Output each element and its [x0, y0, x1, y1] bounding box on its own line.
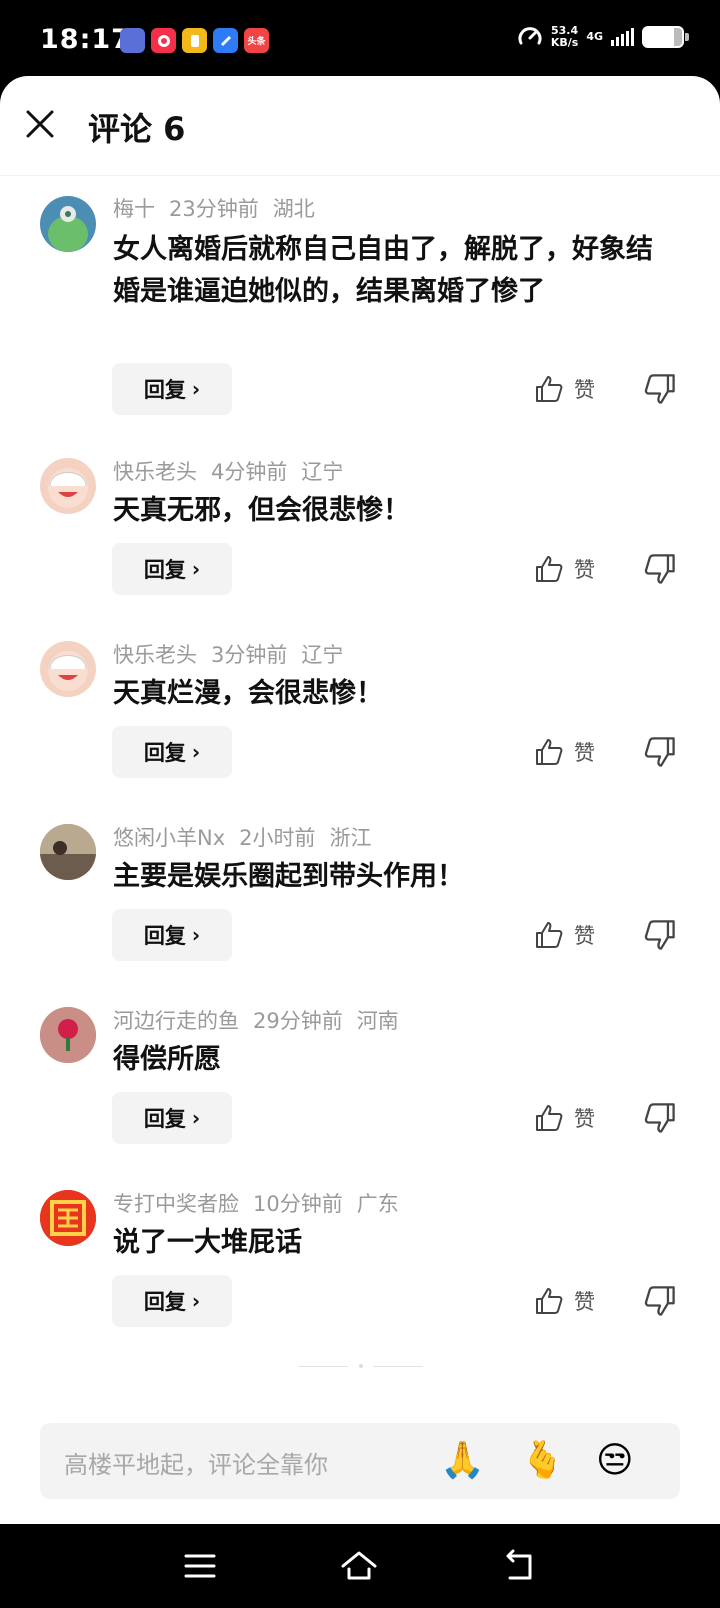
username[interactable]: 专打中奖者脸: [113, 1192, 239, 1216]
status-bar: 18:17 头条 53.4 KB/s 4G: [0, 0, 720, 78]
thumbs-down-icon[interactable]: [643, 732, 677, 772]
comment-text: 主要是娱乐圈起到带头作用！: [113, 861, 464, 892]
thumbs-up-icon: [536, 739, 563, 765]
avatar[interactable]: [40, 1007, 96, 1063]
comment-meta: 快乐老头 3分钟前 辽宁: [113, 639, 357, 669]
like-button[interactable]: 赞: [534, 369, 604, 409]
reply-button[interactable]: 回复 ›: [112, 363, 232, 415]
avatar[interactable]: [40, 196, 96, 252]
red-app-icon: [151, 28, 176, 53]
comment-location: 辽宁: [301, 643, 344, 667]
comment-location: 湖北: [272, 197, 315, 221]
end-of-list-divider: [298, 1364, 423, 1368]
heart-fingers-emoji-button[interactable]: 🫰: [520, 1439, 565, 1483]
comment-meta: 专打中奖者脸 10分钟前 广东: [113, 1188, 413, 1218]
comment-sheet: 评论 6 梅十 23分钟前 湖北 女人离婚后就称自己自由了，解脱了，好象结婚是谁逼迫…: [0, 76, 720, 1524]
battery-icon: [642, 26, 689, 48]
thumbs-up-icon: [536, 376, 563, 402]
comment-location: 河南: [356, 1009, 399, 1033]
avatar[interactable]: [40, 1190, 96, 1246]
comment-time: 23分钟前: [169, 197, 259, 221]
username[interactable]: 快乐老头: [113, 643, 197, 667]
game-app-icon: [120, 28, 145, 53]
like-button[interactable]: 赞: [534, 1281, 604, 1321]
reply-button[interactable]: 回复 ›: [112, 1275, 232, 1327]
network-type: 4G: [586, 30, 603, 43]
like-button[interactable]: 赞: [534, 915, 604, 955]
thumbs-up-icon: [536, 1105, 563, 1131]
comment-location: 辽宁: [301, 460, 344, 484]
thumbs-up-icon: [536, 556, 563, 582]
comment-input[interactable]: 高楼平地起，评论全靠你 🙏 🫰 😒: [40, 1423, 680, 1499]
yellow-app-icon: [182, 28, 207, 53]
reply-button[interactable]: 回复 ›: [112, 1092, 232, 1144]
blue-app-icon: [213, 28, 238, 53]
signal-icon: [611, 28, 634, 46]
chevron-right-icon: ›: [191, 740, 201, 764]
reply-button[interactable]: 回复 ›: [112, 909, 232, 961]
system-nav-bar: [0, 1524, 720, 1608]
comment-text: 说了一大堆屁话: [113, 1227, 302, 1258]
comment-location: 浙江: [329, 826, 372, 850]
comment-time: 2小时前: [239, 826, 316, 850]
username[interactable]: 悠闲小羊Nx: [113, 826, 225, 850]
avatar[interactable]: [40, 458, 96, 514]
network-speed: 53.4 KB/s: [550, 24, 579, 49]
thumbs-down-icon[interactable]: [643, 1098, 677, 1138]
toutiao-app-icon: 头条: [244, 28, 269, 53]
close-icon[interactable]: [22, 106, 58, 142]
username[interactable]: 快乐老头: [113, 460, 197, 484]
reply-button[interactable]: 回复 ›: [112, 726, 232, 778]
comment-header: 评论 6: [0, 76, 720, 176]
comment-input-placeholder: 高楼平地起，评论全靠你: [64, 1451, 328, 1479]
page-title: 评论 6: [88, 110, 186, 148]
comment-text: 天真烂漫，会很悲惨！: [113, 678, 383, 709]
thumbs-down-icon[interactable]: [643, 549, 677, 589]
chevron-right-icon: ›: [191, 377, 201, 401]
comment-time: 3分钟前: [211, 643, 288, 667]
comment-meta: 梅十 23分钟前 湖北: [113, 193, 329, 223]
pray-emoji-button[interactable]: 🙏: [440, 1439, 485, 1483]
avatar[interactable]: [40, 824, 96, 880]
like-button[interactable]: 赞: [534, 549, 604, 589]
avatar[interactable]: [40, 641, 96, 697]
menu-icon[interactable]: [180, 1546, 220, 1586]
unamused-emoji-button[interactable]: 😒: [596, 1439, 634, 1483]
thumbs-up-icon: [536, 922, 563, 948]
thumbs-down-icon[interactable]: [643, 1281, 677, 1321]
reply-button[interactable]: 回复 ›: [112, 543, 232, 595]
username[interactable]: 梅十: [113, 197, 155, 221]
thumbs-up-icon: [536, 1288, 563, 1314]
comment-location: 广东: [356, 1192, 399, 1216]
chevron-right-icon: ›: [191, 1106, 201, 1130]
chevron-right-icon: ›: [191, 1289, 201, 1313]
home-icon[interactable]: [339, 1546, 379, 1586]
back-icon[interactable]: [500, 1546, 540, 1586]
comment-meta: 快乐老头 4分钟前 辽宁: [113, 456, 357, 486]
comment-time: 29分钟前: [253, 1009, 343, 1033]
chevron-right-icon: ›: [191, 923, 201, 947]
thumbs-down-icon[interactable]: [643, 369, 677, 409]
like-button[interactable]: 赞: [534, 1098, 604, 1138]
comment-meta: 悠闲小羊Nx 2小时前 浙江: [113, 822, 386, 852]
speedometer-icon: [518, 27, 542, 45]
comment-meta: 河边行走的鱼 29分钟前 河南: [113, 1005, 413, 1035]
comment-text: 得偿所愿: [113, 1044, 221, 1075]
thumbs-down-icon[interactable]: [643, 915, 677, 955]
comment-time: 10分钟前: [253, 1192, 343, 1216]
chevron-right-icon: ›: [191, 557, 201, 581]
comment-time: 4分钟前: [211, 460, 288, 484]
like-button[interactable]: 赞: [534, 732, 604, 772]
status-time: 18:17: [40, 24, 131, 55]
comment-text: 天真无邪，但会很悲惨！: [113, 495, 410, 526]
comment-text: 女人离婚后就称自己自由了，解脱了，好象结婚是谁逼迫她似的，结果离婚了惨了: [113, 234, 653, 307]
username[interactable]: 河边行走的鱼: [113, 1009, 239, 1033]
notification-app-icons: 头条: [120, 28, 269, 53]
